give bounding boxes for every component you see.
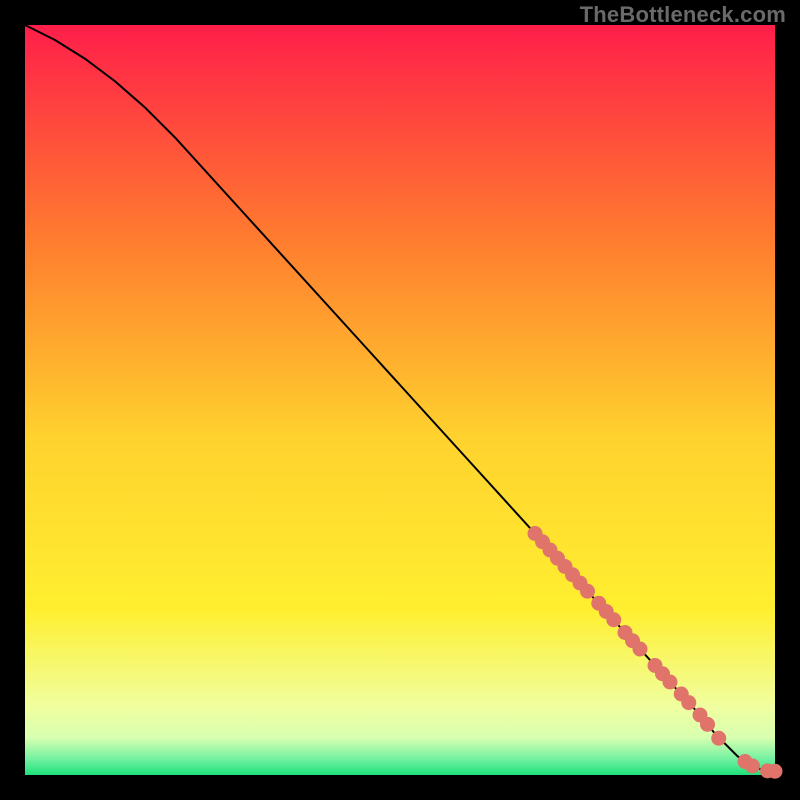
chart-stage: TheBottleneck.com	[0, 0, 800, 800]
data-marker	[663, 675, 678, 690]
plot-background	[25, 25, 775, 775]
data-marker	[681, 695, 696, 710]
data-marker	[606, 612, 621, 627]
data-marker	[745, 759, 760, 774]
data-marker	[768, 764, 783, 779]
chart-svg	[0, 0, 800, 800]
data-marker	[711, 731, 726, 746]
data-marker	[580, 584, 595, 599]
data-marker	[700, 717, 715, 732]
data-marker	[633, 642, 648, 657]
watermark-text: TheBottleneck.com	[580, 2, 786, 28]
